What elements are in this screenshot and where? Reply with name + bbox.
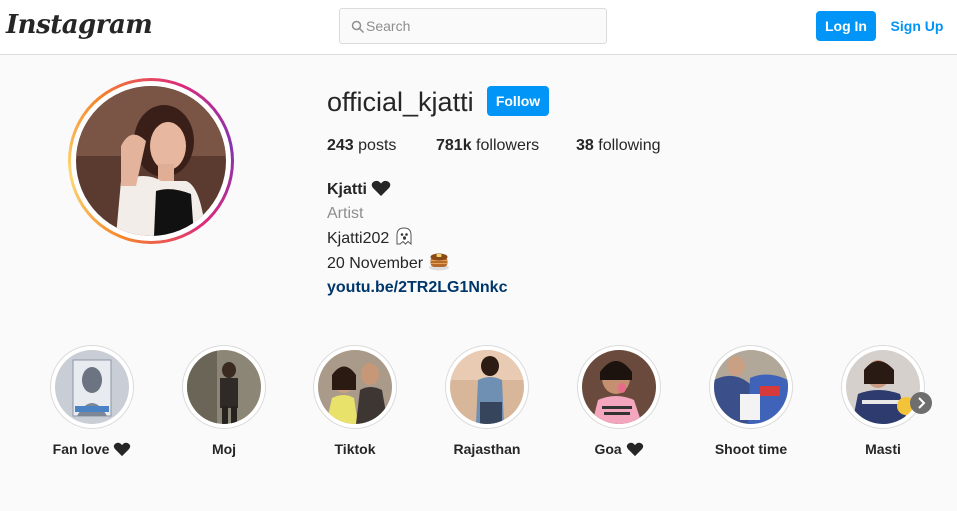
posts-stat: 243 posts (327, 137, 396, 155)
highlight-label: Goa (547, 441, 691, 457)
highlight-cover-image (187, 350, 261, 424)
log-in-button[interactable]: Log In (816, 11, 876, 41)
search-icon (351, 20, 365, 34)
bio-line-2: 20 November (327, 255, 424, 272)
highlight-label: Rajasthan (453, 441, 521, 457)
highlight-cover-image (318, 350, 392, 424)
highlight-item[interactable]: Goa (577, 345, 661, 457)
posts-label: posts (358, 137, 397, 154)
highlight-cover-image (450, 350, 524, 424)
profile-photo (76, 86, 226, 236)
highlight-item[interactable]: Moj (182, 345, 266, 457)
heart-icon (626, 442, 643, 457)
highlight-cover-image (714, 350, 788, 424)
followers-label: followers (476, 137, 540, 154)
highlight-label: Tiktok (334, 441, 376, 457)
highlight-item[interactable]: Masti (841, 345, 925, 457)
following-stat[interactable]: 38 following (576, 137, 661, 155)
highlight-item[interactable]: Shoot time (709, 345, 793, 457)
highlight-cover-image (582, 350, 656, 424)
search-input[interactable] (366, 9, 602, 43)
bio-line-1: Kjatti202 (327, 230, 390, 247)
highlight-item[interactable]: Rajasthan (445, 345, 529, 457)
highlight-cover-image (846, 350, 920, 424)
instagram-logo[interactable]: Instagram (6, 10, 153, 40)
highlight-label: Masti (865, 441, 901, 457)
chevron-right-icon (918, 397, 926, 409)
heart-icon (372, 180, 391, 196)
follow-button[interactable]: Follow (487, 86, 549, 116)
top-navigation-bar: Instagram Log In Sign Up (0, 0, 957, 55)
highlight-label: Shoot time (714, 441, 788, 457)
highlight-cover-image (55, 350, 129, 424)
posts-count: 243 (327, 137, 354, 154)
highlight-label: Fan love (20, 441, 164, 457)
heart-icon (114, 442, 131, 457)
profile-avatar[interactable] (68, 78, 234, 244)
following-count: 38 (576, 137, 594, 154)
following-label: following (598, 137, 661, 154)
highlights-next-button[interactable] (910, 392, 932, 414)
sign-up-link[interactable]: Sign Up (886, 11, 948, 41)
followers-stat[interactable]: 781k followers (436, 137, 539, 155)
followers-count: 781k (436, 137, 472, 154)
profile-category: Artist (327, 205, 364, 222)
profile-username: official_kjatti (327, 87, 474, 117)
bio-link[interactable]: youtu.be/2TR2LG1Nnkc (327, 279, 507, 296)
pancakes-icon (428, 253, 449, 271)
ghost-icon (396, 227, 412, 246)
profile-display-name: Kjatti (327, 181, 367, 198)
highlight-item[interactable]: Tiktok (313, 345, 397, 457)
search-box[interactable] (339, 8, 607, 44)
profile-bio: Kjatti Artist Kjatti202 20 November yout… (327, 178, 507, 300)
highlight-item[interactable]: Fan love (50, 345, 134, 457)
highlight-label: Moj (211, 441, 237, 457)
